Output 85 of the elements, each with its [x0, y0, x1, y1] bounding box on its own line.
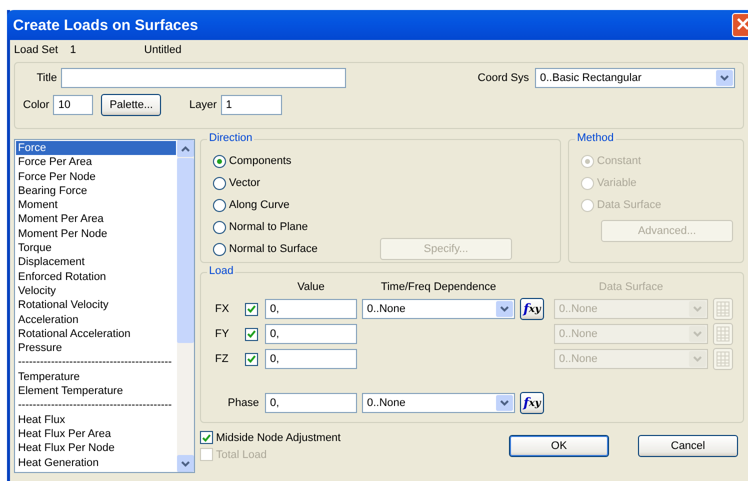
checkbox[interactable]: [200, 431, 213, 444]
table-icon: [716, 326, 730, 342]
value-field[interactable]: 0,: [265, 324, 357, 344]
radio-label: Variable: [597, 177, 637, 189]
radio-button[interactable]: [213, 176, 226, 190]
radio-label: Constant: [597, 155, 642, 167]
list-item[interactable]: Temperature: [16, 370, 176, 384]
dependence-dropdown[interactable]: 0..None: [362, 299, 515, 319]
radio-label: Along Curve: [229, 199, 290, 211]
chevron-down-icon: [720, 75, 729, 81]
chevron-down-icon: [693, 306, 702, 312]
layer-field[interactable]: 1: [220, 95, 282, 115]
column-header: Data Surface: [598, 281, 664, 295]
group-title: Method: [575, 132, 616, 144]
list-separator: ------------------------------------------: [17, 398, 173, 413]
group-title: Load: [207, 265, 236, 277]
list-separator: ------------------------------------------: [17, 355, 173, 370]
chevron-down-icon: [500, 400, 509, 406]
list-item[interactable]: Force Per Area: [16, 155, 176, 170]
chevron-down-icon: [693, 356, 702, 362]
chevron-down-icon: [181, 460, 190, 466]
list-item[interactable]: Moment Per Node: [16, 226, 176, 242]
table-icon: [716, 351, 730, 367]
radio-button[interactable]: [213, 198, 226, 212]
column-header: Value: [296, 281, 326, 295]
radio-label: Data Surface: [597, 199, 662, 211]
checkbox[interactable]: [245, 328, 258, 340]
phase-label: Phase: [226, 397, 260, 409]
checkbox[interactable]: [245, 352, 258, 366]
coord-sys-dropdown[interactable]: 0..Basic Rectangular: [535, 68, 735, 88]
layer-label: Layer: [189, 99, 217, 111]
chevron-down-icon: [693, 331, 702, 337]
color-field[interactable]: 10: [53, 95, 94, 115]
load-set-number: 1: [70, 44, 76, 56]
color-label: Color: [23, 99, 50, 111]
radio-label: Normal to Plane: [229, 221, 308, 233]
list-item[interactable]: Force Per Node: [16, 170, 176, 184]
checkbox[interactable]: [245, 302, 258, 316]
list-item[interactable]: Pressure: [16, 341, 176, 356]
radio-button[interactable]: [213, 154, 226, 168]
list-item[interactable]: Bearing Force: [16, 184, 176, 198]
phase-field[interactable]: 0,: [265, 393, 357, 413]
window-title: Create Loads on Surfaces: [13, 16, 198, 34]
title-label: Title: [36, 72, 57, 84]
value-field[interactable]: 0,: [265, 349, 357, 369]
load-set-name: Untitled: [144, 44, 182, 56]
list-item[interactable]: Heat Flux Per Area: [16, 426, 176, 442]
dialog-button[interactable]: Cancel: [638, 435, 738, 457]
list-item[interactable]: Element Temperature: [16, 384, 176, 398]
list-item[interactable]: Heat Generation: [16, 456, 176, 470]
column-header: Time/Freq Dependence: [380, 281, 498, 295]
radio-label: Components: [229, 155, 292, 167]
component-label: FY: [215, 328, 230, 340]
list-item[interactable]: Enforced Rotation: [16, 270, 176, 284]
scrollbar[interactable]: [177, 140, 194, 472]
value-field[interactable]: 0,: [265, 299, 357, 319]
list-item[interactable]: Torque: [16, 241, 176, 256]
table-icon: [716, 301, 730, 317]
dialog-button[interactable]: OK: [509, 435, 609, 457]
component-label: FX: [215, 303, 230, 315]
radio-label: Normal to Surface: [229, 243, 318, 255]
list-item[interactable]: Velocity: [16, 284, 176, 298]
chevron-down-icon: [500, 306, 509, 312]
dependence-dropdown[interactable]: 0..None: [362, 393, 515, 413]
list-item[interactable]: Heat Flux Per Node: [16, 441, 176, 456]
list-item[interactable]: Acceleration: [16, 312, 176, 327]
checkbox-label: Total Load: [216, 448, 267, 460]
component-label: FZ: [215, 353, 230, 365]
radio-label: Vector: [229, 177, 260, 189]
group-title: Direction: [207, 132, 254, 144]
list-item[interactable]: Moment Per Area: [16, 212, 176, 227]
chevron-up-icon: [181, 146, 190, 152]
load-set-label: Load Set: [14, 44, 58, 56]
coord-sys-label: Coord Sys: [478, 72, 529, 84]
checkbox-label: Midside Node Adjustment: [216, 432, 341, 444]
radio-button[interactable]: [213, 242, 226, 256]
list-item[interactable]: Force: [16, 141, 176, 156]
list-item[interactable]: Rotational Acceleration: [16, 326, 176, 342]
list-item[interactable]: Heat Flux: [16, 412, 176, 427]
list-item[interactable]: Displacement: [16, 255, 176, 270]
radio-button[interactable]: [213, 220, 226, 234]
list-item[interactable]: Moment: [16, 198, 176, 212]
list-item[interactable]: Rotational Velocity: [16, 298, 176, 313]
title-field[interactable]: [61, 68, 346, 88]
palette-button[interactable]: Palette...: [101, 94, 162, 116]
